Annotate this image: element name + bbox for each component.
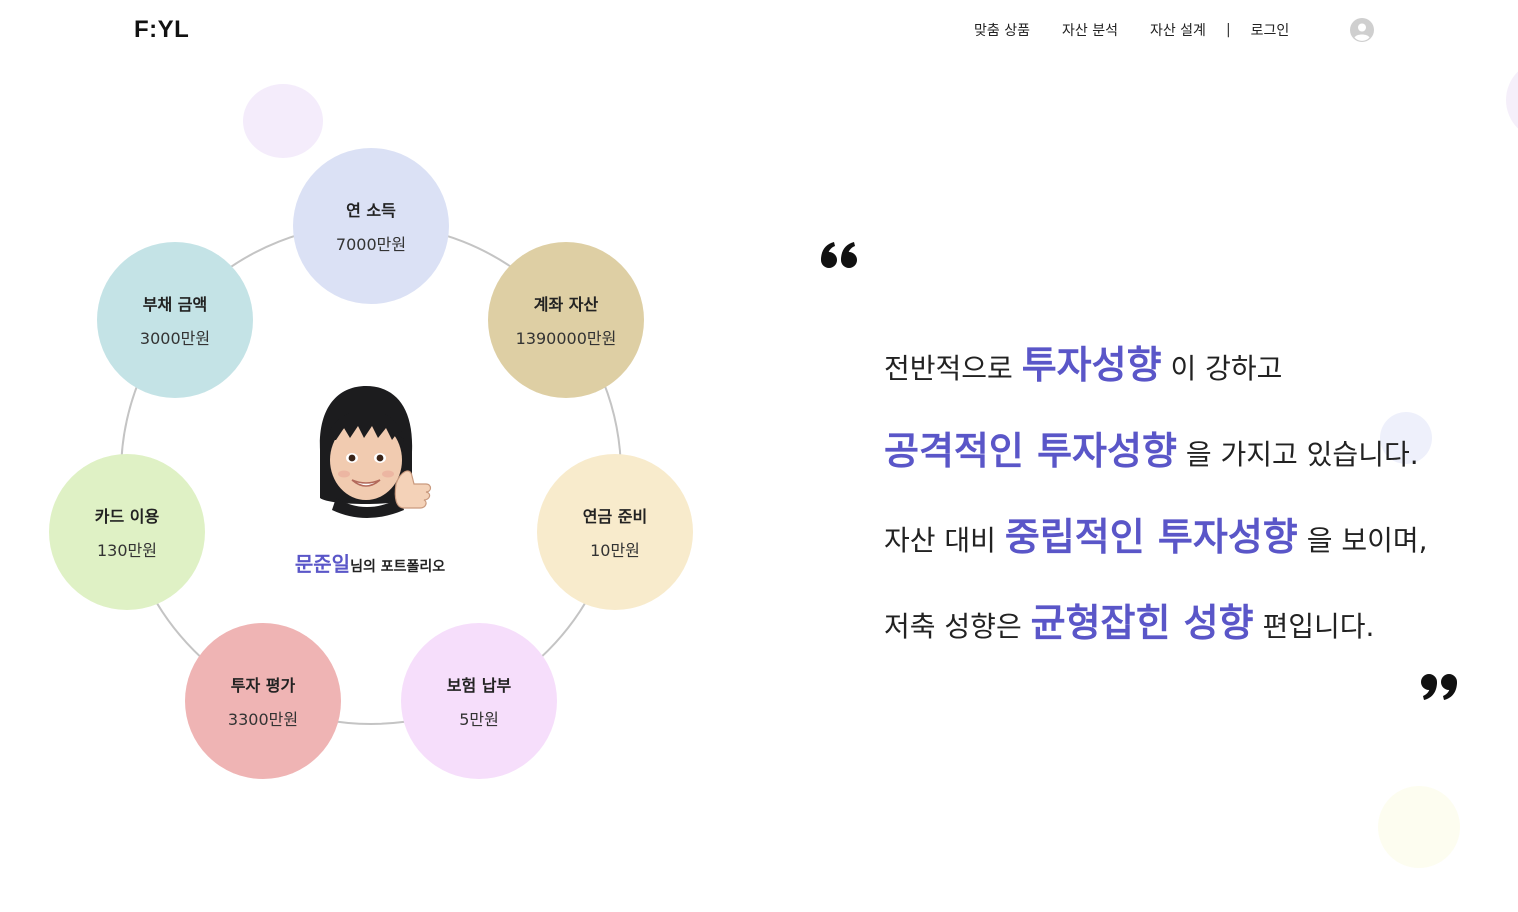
nav-separator: | xyxy=(1225,22,1231,38)
summary-text: 이 강하고 xyxy=(1170,352,1283,385)
summary-highlight: 균형잡힌 성향 xyxy=(1030,601,1254,645)
nav-asset-analysis[interactable]: 자산 분석 xyxy=(1062,20,1118,40)
node-label: 보험 납부 xyxy=(446,676,512,695)
quote-close-icon xyxy=(1421,674,1457,700)
nav-asset-planning[interactable]: 자산 설계 xyxy=(1150,20,1206,40)
node-value: 1390000만원 xyxy=(515,329,617,348)
summary-highlight: 공격적인 투자성향 xyxy=(884,429,1177,473)
summary-line-2: 공격적인 투자성향 을 가지고 있습니다. xyxy=(884,410,1504,496)
nav-custom-products[interactable]: 맞춤 상품 xyxy=(974,20,1030,40)
summary-text: 저축 성향은 xyxy=(884,610,1022,643)
summary-text: 을 보이며, xyxy=(1306,524,1428,557)
investment-summary: 전반적으로 투자성향 이 강하고 공격적인 투자성향 을 가지고 있습니다. 자… xyxy=(884,324,1504,668)
summary-text: 자산 대비 xyxy=(884,524,996,557)
summary-text: 편입니다. xyxy=(1262,610,1375,643)
node-insurance[interactable]: 보험 납부 5만원 xyxy=(401,623,557,779)
node-card-usage[interactable]: 카드 이용 130만원 xyxy=(49,454,205,610)
summary-line-1: 전반적으로 투자성향 이 강하고 xyxy=(884,324,1504,410)
decor-bubble xyxy=(1506,60,1518,140)
portfolio-center: 문준일님의 포트폴리오 xyxy=(260,380,480,577)
memoji-avatar xyxy=(319,386,432,518)
user-circle-icon xyxy=(1350,18,1374,42)
node-investment[interactable]: 투자 평가 3300만원 xyxy=(185,623,341,779)
main-nav: 맞춤 상품 자산 분석 자산 설계 | 로그인 xyxy=(974,20,1289,40)
node-value: 3300만원 xyxy=(227,710,299,729)
node-label: 연 소득 xyxy=(346,201,396,220)
node-label: 카드 이용 xyxy=(94,507,160,526)
portfolio-caption: 문준일님의 포트폴리오 xyxy=(260,548,480,577)
decor-bubble xyxy=(1378,786,1460,868)
node-value: 10만원 xyxy=(590,541,640,560)
node-label: 투자 평가 xyxy=(230,676,296,695)
node-label: 연금 준비 xyxy=(582,507,648,526)
profile-button[interactable] xyxy=(1350,18,1374,42)
node-pension[interactable]: 연금 준비 10만원 xyxy=(537,454,693,610)
summary-highlight: 중립적인 투자성향 xyxy=(1004,515,1298,559)
node-annual-income[interactable]: 연 소득 7000만원 xyxy=(293,148,449,304)
summary-highlight: 투자성향 xyxy=(1021,343,1162,387)
node-value: 3000만원 xyxy=(139,329,211,348)
node-value: 130만원 xyxy=(97,541,157,560)
summary-text: 을 가지고 있습니다. xyxy=(1185,438,1419,471)
node-label: 계좌 자산 xyxy=(533,295,599,314)
node-label: 부채 금액 xyxy=(142,295,208,314)
node-debt[interactable]: 부채 금액 3000만원 xyxy=(97,242,253,398)
caption-suffix: 님의 포트폴리오 xyxy=(350,559,446,575)
user-name: 문준일 xyxy=(294,552,351,576)
node-account-assets[interactable]: 계좌 자산 1390000만원 xyxy=(488,242,644,398)
nav-login[interactable]: 로그인 xyxy=(1251,20,1290,40)
summary-line-3: 자산 대비 중립적인 투자성향 을 보이며, xyxy=(884,496,1504,582)
node-value: 5만원 xyxy=(459,710,499,729)
node-value: 7000만원 xyxy=(335,235,407,254)
summary-text: 전반적으로 xyxy=(884,352,1013,385)
quote-open-icon xyxy=(821,242,857,268)
summary-line-4: 저축 성향은 균형잡힌 성향 편입니다. xyxy=(884,582,1504,668)
